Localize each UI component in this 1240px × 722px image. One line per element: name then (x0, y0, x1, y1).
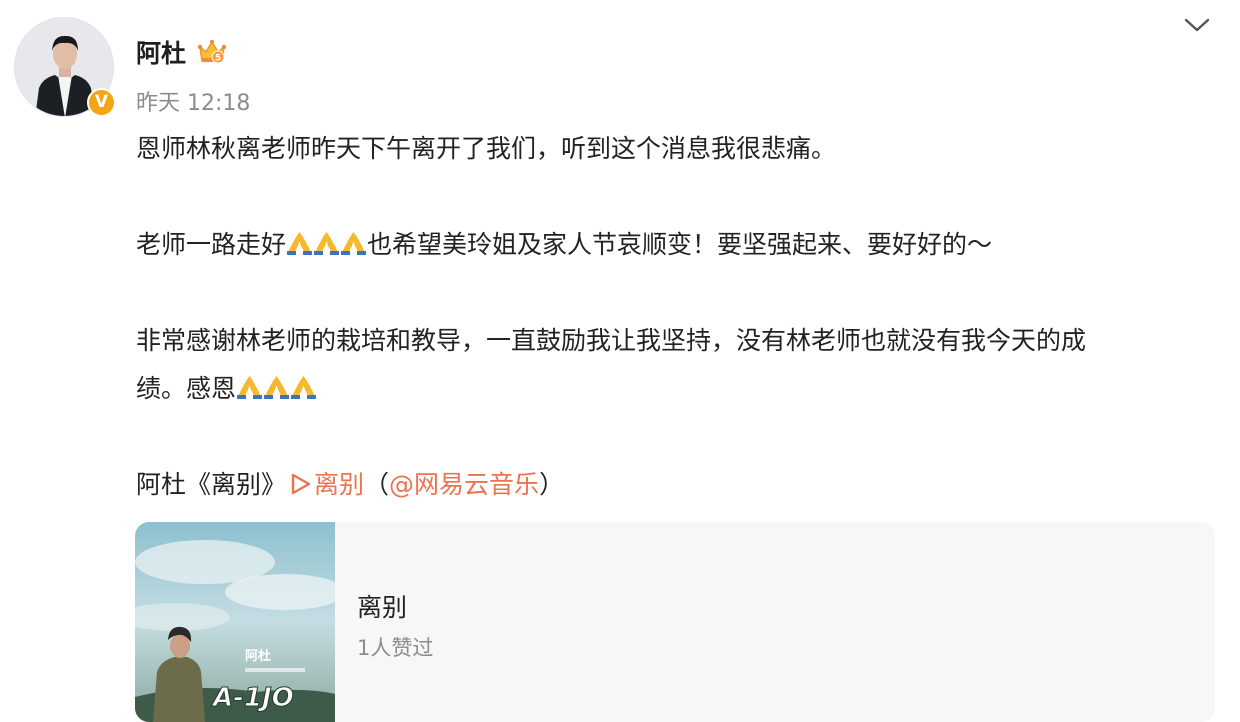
chevron-down-icon[interactable] (1183, 14, 1211, 36)
folded-hands-icon (264, 376, 290, 399)
verified-badge-icon: V (87, 88, 116, 117)
post-text-line: 绩。感恩 (136, 365, 1216, 413)
paren-close: ） (539, 470, 565, 499)
track-likes: 1人赞过 (357, 636, 434, 660)
avatar-container[interactable]: V (14, 17, 116, 117)
song-link-text: 离别 (314, 470, 365, 499)
song-line: 阿杜《离别》 离别（@网易云音乐） (136, 461, 1216, 509)
folded-hands-icon (237, 376, 263, 399)
song-link[interactable]: 离别 (286, 470, 364, 499)
crown-icon[interactable]: 5 (197, 38, 227, 66)
post-text-line: 恩师林秋离老师昨天下午离开了我们，听到这个消息我很悲痛。 (136, 134, 837, 163)
play-icon (291, 473, 311, 495)
folded-hands-icon (291, 376, 317, 399)
song-prefix: 阿杜《离别》 (136, 470, 287, 499)
author-name[interactable]: 阿杜 (136, 34, 186, 70)
mention-link[interactable]: @网易云音乐 (389, 470, 539, 499)
post-text-line: 老师一路走好 也希望美玲姐及家人节哀顺变！要坚强起来、要好好的～ (136, 221, 1216, 269)
cover-album-text: A-1JO (211, 683, 294, 713)
post-content: 恩师林秋离老师昨天下午离开了我们，听到这个消息我很悲痛。 老师一路走好 也希望美玲… (136, 125, 1216, 509)
cover-artist-name: 阿杜 (245, 648, 271, 664)
music-card[interactable]: 阿杜 A-1JO 离别 1人赞过 (135, 522, 1215, 722)
post-text-line: 非常感谢林老师的栽培和教导，一直鼓励我让我坚持，没有林老师也就没有我今天的成 (136, 326, 1087, 355)
crown-level: 5 (215, 54, 221, 64)
folded-hands-icon (341, 232, 367, 255)
album-cover-image[interactable]: 阿杜 A-1JO (135, 522, 335, 722)
post-text: 也希望美玲姐及家人节哀顺变！要坚强起来、要好好的～ (367, 230, 993, 259)
folded-hands-icon (287, 232, 313, 255)
post-timestamp: 昨天 12:18 (136, 91, 251, 116)
track-title[interactable]: 离别 (357, 588, 407, 624)
folded-hands-icon (314, 232, 340, 255)
post-text: 老师一路走好 (136, 230, 287, 259)
paren-open: （ (364, 470, 390, 499)
post-text: 绩。感恩 (136, 374, 237, 403)
